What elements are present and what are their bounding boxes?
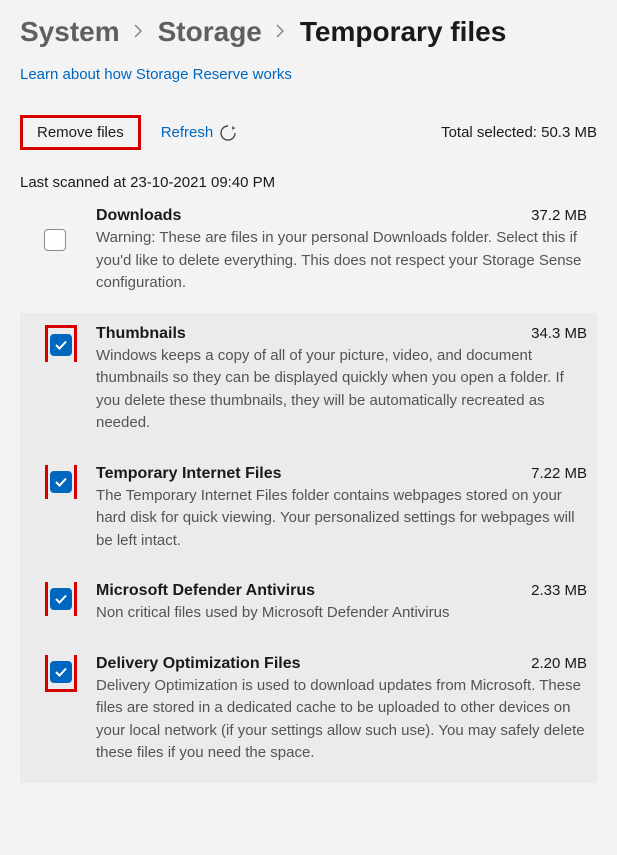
checkbox-delivery-opt[interactable] — [50, 661, 72, 683]
file-row-thumbnails: Thumbnails 34.3 MB Windows keeps a copy … — [20, 313, 597, 453]
file-size: 2.20 MB — [531, 655, 587, 672]
file-title: Downloads — [96, 207, 181, 225]
total-selected: Total selected: 50.3 MB — [441, 124, 597, 141]
chevron-right-icon — [276, 22, 286, 43]
checkbox-defender[interactable] — [50, 588, 72, 610]
breadcrumb-system[interactable]: System — [20, 16, 120, 48]
refresh-icon — [219, 124, 237, 142]
file-row-delivery-opt: Delivery Optimization Files 2.20 MB Deli… — [20, 643, 597, 783]
refresh-button[interactable]: Refresh — [161, 124, 238, 142]
checkbox-downloads[interactable] — [44, 229, 66, 251]
remove-files-button[interactable]: Remove files — [20, 115, 141, 150]
action-row: Remove files Refresh Total selected: 50.… — [20, 115, 597, 150]
total-selected-value: 50.3 MB — [541, 124, 597, 141]
last-scanned: Last scanned at 23-10-2021 09:40 PM — [20, 174, 597, 191]
chevron-right-icon — [134, 22, 144, 43]
file-row-downloads: Downloads 37.2 MB Warning: These are fil… — [20, 201, 597, 313]
file-title: Delivery Optimization Files — [96, 655, 301, 673]
breadcrumb: System Storage Temporary files — [20, 16, 597, 48]
file-row-defender: Microsoft Defender Antivirus 2.33 MB Non… — [20, 570, 597, 643]
file-row-temp-internet: Temporary Internet Files 7.22 MB The Tem… — [20, 453, 597, 571]
file-size: 34.3 MB — [531, 325, 587, 342]
file-desc: Windows keeps a copy of all of your pict… — [96, 345, 587, 435]
file-desc: The Temporary Internet Files folder cont… — [96, 485, 587, 553]
file-desc: Delivery Optimization is used to downloa… — [96, 675, 587, 765]
total-selected-label: Total selected: — [441, 124, 541, 141]
refresh-label: Refresh — [161, 124, 214, 141]
file-desc: Warning: These are files in your persona… — [96, 227, 587, 295]
file-size: 2.33 MB — [531, 582, 587, 599]
file-desc: Non critical files used by Microsoft Def… — [96, 602, 587, 625]
file-title: Microsoft Defender Antivirus — [96, 582, 315, 600]
checkbox-temp-internet[interactable] — [50, 471, 72, 493]
file-size: 37.2 MB — [531, 207, 587, 224]
file-title: Thumbnails — [96, 325, 186, 343]
breadcrumb-storage[interactable]: Storage — [158, 16, 262, 48]
checkbox-thumbnails[interactable] — [50, 334, 72, 356]
file-title: Temporary Internet Files — [96, 465, 282, 483]
file-size: 7.22 MB — [531, 465, 587, 482]
page-title: Temporary files — [300, 16, 506, 48]
learn-link[interactable]: Learn about how Storage Reserve works — [20, 66, 292, 83]
